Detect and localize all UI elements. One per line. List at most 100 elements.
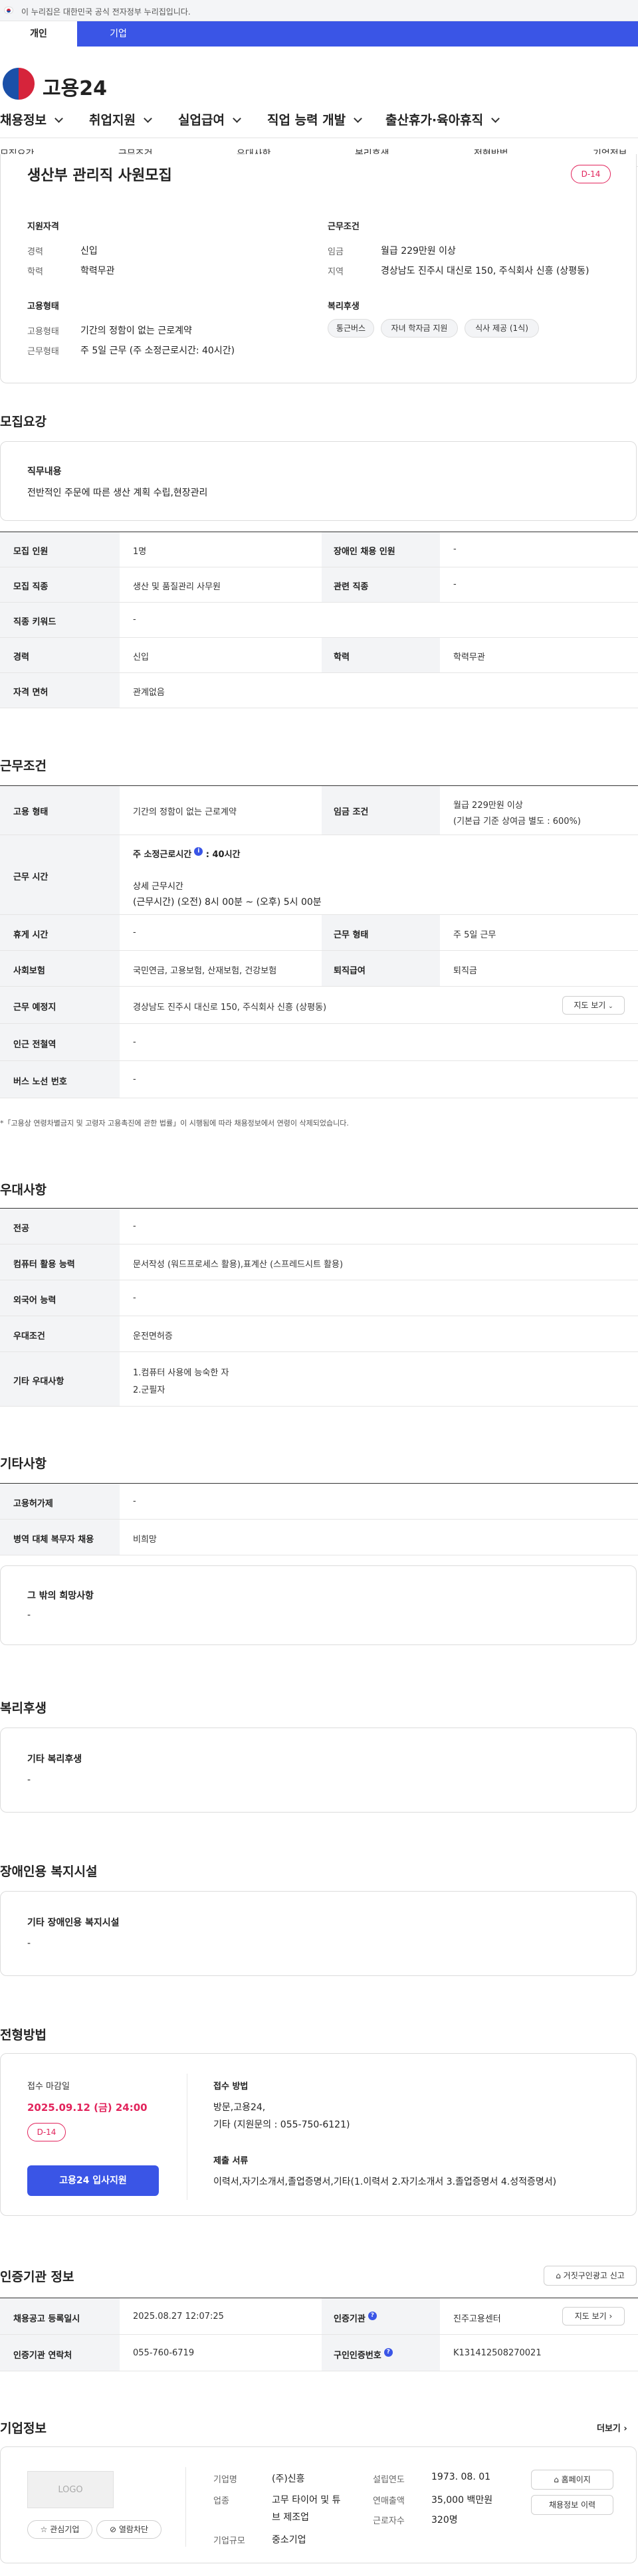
gov-banner: 이 누리집은 대한민국 공식 전자정부 누리집입니다. bbox=[0, 0, 638, 21]
table-row: 전공 - bbox=[0, 1209, 638, 1244]
table-cell: 2.군필자 bbox=[133, 1385, 165, 1395]
welfare-chip: 통근버스 bbox=[328, 319, 374, 338]
block-company-button[interactable]: ⊘ 열람차단 bbox=[96, 2520, 161, 2539]
table-header: 임금 조건 bbox=[334, 807, 369, 817]
table-cell: 1.컴퓨터 사용에 능숙한 자 bbox=[133, 1368, 229, 1378]
table-row: 버스 노선 번호 - bbox=[0, 1061, 638, 1098]
welfare-chip: 자녀 학자금 지원 bbox=[381, 319, 458, 338]
chevron-right-icon: › bbox=[623, 2424, 627, 2434]
cond-value: 경상남도 진주시 대신로 150, 주식회사 신흥 (상평동) bbox=[381, 266, 589, 276]
emp-heading: 고용형태 bbox=[27, 302, 59, 312]
map-view-button[interactable]: 지도 보기 › bbox=[562, 2307, 625, 2326]
company-value: 320명 bbox=[431, 2515, 458, 2526]
table-header: 우대조건 bbox=[13, 1332, 45, 1341]
header-label: 인증기관 bbox=[334, 2314, 366, 2324]
table-header: 모집 인원 bbox=[13, 547, 49, 557]
table-header: 기타 우대사항 bbox=[13, 1377, 64, 1387]
gnb-employment-support[interactable]: 취업지원 bbox=[89, 110, 152, 128]
gnb-parental-leave[interactable]: 출산휴가·육아휴직 bbox=[385, 110, 500, 128]
duty-text: 전반적인 주문에 따른 생산 계획 수립,현장관리 bbox=[27, 488, 208, 498]
company-key: 설립연도 bbox=[373, 2475, 405, 2485]
hours-label: 주 소정근로시간 bbox=[133, 850, 192, 860]
disability-box: 기타 장애인용 복지시설 - bbox=[0, 1891, 637, 1976]
hiring-history-button[interactable]: 채용정보 이력 bbox=[531, 2495, 613, 2515]
map-view-button[interactable]: 지도 보기 ⌄ bbox=[562, 996, 625, 1015]
gnb-unemployment-benefit[interactable]: 실업급여 bbox=[178, 110, 241, 128]
cond-key: 임금 bbox=[328, 247, 344, 257]
cert-table: 채용공고 등록일시 2025.08.27 12:07:25 인증기관? 진주고용… bbox=[0, 2298, 638, 2371]
table-row: 고용 형태 기간의 정함이 없는 근로계약 임금 조건 월급 229만원 이상 … bbox=[0, 786, 638, 835]
favorite-company-button[interactable]: ☆ 관심기업 bbox=[27, 2520, 92, 2539]
qual-key: 경력 bbox=[27, 247, 43, 257]
homepage-button[interactable]: ⌂ 홈페이지 bbox=[531, 2470, 613, 2490]
table-row: 모집 직종 생산 및 품질관리 사무원 관련 직종 - bbox=[0, 567, 638, 603]
company-value: 중소기업 bbox=[272, 2535, 306, 2545]
company-value: 1973. 08. 01 bbox=[431, 2472, 491, 2482]
hours-value: : 40시간 bbox=[205, 850, 241, 860]
table-cell: K131412508270021 bbox=[453, 2348, 542, 2358]
table-cell: - bbox=[133, 1037, 136, 1047]
table-cell: 국민연금, 고용보험, 산재보험, 건강보험 bbox=[133, 966, 277, 976]
cond-key: 지역 bbox=[328, 267, 344, 277]
gnb-label: 채용정보 bbox=[0, 113, 47, 128]
link-label: 더보기 bbox=[597, 2424, 621, 2434]
chevron-right-icon: › bbox=[609, 2312, 613, 2321]
section-title-disability: 장애인용 복지시설 bbox=[0, 1864, 98, 1879]
table-row: 외국어 능력 - bbox=[0, 1280, 638, 1316]
table-header: 퇴직급여 bbox=[334, 966, 366, 976]
gnb-label: 취업지원 bbox=[89, 113, 136, 128]
gnb-skill-development[interactable]: 직업 능력 개발 bbox=[267, 110, 362, 128]
table-header: 근무 형태 bbox=[334, 930, 369, 940]
chevron-down-icon bbox=[354, 114, 362, 123]
pref-table: 전공 - 컴퓨터 활용 능력 문서작성 (워드프로세스 활용),표계산 (스프레… bbox=[0, 1208, 638, 1407]
table-cell: - bbox=[453, 544, 457, 554]
chevron-down-icon bbox=[54, 114, 63, 123]
duty-box: 직무내용 전반적인 주문에 따른 생산 계획 수립,현장관리 bbox=[0, 441, 637, 521]
gnb-jobs[interactable]: 채용정보 bbox=[0, 110, 63, 128]
section-title-pref: 우대사항 bbox=[0, 1183, 47, 1197]
table-cell: 비희망 bbox=[133, 1535, 157, 1545]
site-logo[interactable]: 고용24 bbox=[0, 66, 120, 104]
benefit-box: 기타 복리후생 - bbox=[0, 1728, 637, 1813]
chevron-down-icon bbox=[144, 114, 152, 123]
table-header: 근무 예정지 bbox=[13, 1003, 56, 1013]
table-header: 장애인 채용 인원 bbox=[334, 547, 395, 557]
docs-text: 이력서,자기소개서,졸업증명서,기타(1.이력서 2.자기소개서 3.졸업증명서… bbox=[213, 2177, 557, 2187]
info-icon[interactable]: i bbox=[194, 847, 203, 856]
dday-badge: D-14 bbox=[27, 2123, 66, 2141]
button-label: 열람차단 bbox=[118, 2525, 149, 2534]
info-icon[interactable]: ? bbox=[383, 2348, 393, 2357]
table-row: 인증기관 연락처 055-760-6719 구인인증번호? K131412508… bbox=[0, 2335, 638, 2371]
table-header: 외국어 능력 bbox=[13, 1296, 56, 1306]
table-cell: 1명 bbox=[133, 547, 147, 557]
section-title-recruit: 모집요강 bbox=[0, 415, 47, 429]
company-value: 고무 타이어 및 튜 bbox=[272, 2495, 341, 2506]
table-cell: 주 소정근로시간 i : 40시간 bbox=[133, 847, 241, 860]
company-value: 브 제조업 bbox=[272, 2512, 309, 2523]
qual-key: 학력 bbox=[27, 267, 43, 277]
table-header: 고용 형태 bbox=[13, 807, 49, 817]
gov-banner-text: 이 누리집은 대한민국 공식 전자정부 누리집입니다. bbox=[21, 7, 191, 17]
table-header: 병역 대체 복무자 채용 bbox=[13, 1535, 94, 1545]
chevron-down-icon bbox=[233, 114, 241, 123]
cond-value: 월급 229만원 이상 bbox=[381, 246, 456, 256]
info-icon[interactable]: ? bbox=[368, 2312, 377, 2320]
table-cell: 생산 및 품질관리 사무원 bbox=[133, 582, 221, 592]
button-label: 지도 보기 bbox=[574, 2312, 607, 2321]
screening-box: 접수 마감일 2025.09.12 (금) 24:00 D-14 고용24 입사… bbox=[0, 2053, 637, 2216]
table-cell: 주 5일 근무 bbox=[453, 930, 496, 940]
benefit-heading: 기타 복리후생 bbox=[27, 1754, 82, 1765]
tab-company[interactable]: 기업 bbox=[77, 21, 160, 47]
apply-button[interactable]: 고용24 입사지원 bbox=[27, 2165, 159, 2196]
tab-personal[interactable]: 개인 bbox=[0, 21, 77, 47]
deadline-date: 2025.09.12 (금) 24:00 bbox=[27, 2102, 148, 2114]
chevron-down-icon: ⌄ bbox=[608, 1003, 613, 1010]
dday-badge: D-14 bbox=[571, 165, 611, 183]
table-cell: 학력무관 bbox=[453, 652, 485, 662]
table-row: 우대조건 운전면허증 bbox=[0, 1316, 638, 1352]
emp-value: 기간의 정함이 없는 근로계약 bbox=[80, 326, 192, 336]
company-more-link[interactable]: 더보기 › bbox=[597, 2421, 627, 2434]
table-header: 사회보험 bbox=[13, 966, 45, 976]
table-cell: 월급 229만원 이상 bbox=[453, 801, 523, 811]
report-fake-ad-button[interactable]: ⌂ 거짓구인광고 신고 bbox=[544, 2266, 637, 2286]
